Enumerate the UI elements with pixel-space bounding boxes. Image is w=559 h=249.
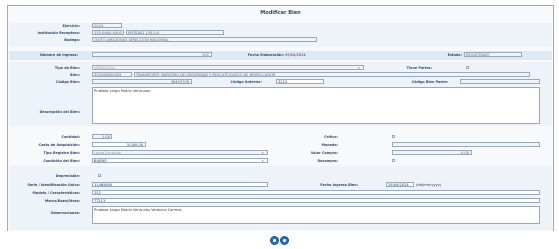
fecha-ingreso-input[interactable]: 29/04/2024 xyxy=(386,182,414,187)
observaciones-label: Observaciones: xyxy=(50,211,80,215)
chevron-down-icon: ▾ xyxy=(262,158,264,163)
ingreso-label: Número de Ingreso: xyxy=(40,53,78,57)
condicion-label: Condición del Bien: xyxy=(43,159,80,163)
bien-name-field: TRANSPORTE MARITIMO DE SEGURIDAD Y RESCA… xyxy=(134,72,530,77)
institucion-label: Institución Receptora: xyxy=(37,31,80,35)
ingreso-field: 201 xyxy=(92,52,212,57)
cantidad-label: Cantidad: xyxy=(61,135,80,139)
modify-asset-form: Modificar Bien Ejercicio: 2024 Instituci… xyxy=(7,5,554,233)
estado-label: Estado: xyxy=(447,53,462,57)
depreciable-label: Depreciable: xyxy=(55,174,80,178)
form-title: Modificar Bien xyxy=(260,10,301,16)
codigo-bien-field: 38409708 xyxy=(92,79,192,84)
descripcion-textarea[interactable]: Pruebas cargo Matriz Vehículos. xyxy=(92,87,540,124)
moneda-field xyxy=(392,142,540,147)
fecha-elab-value: 29/04/2024 xyxy=(285,53,306,57)
fecha-ingreso-label: Fecha Ingreso Bien: xyxy=(320,183,358,187)
critico-checkbox[interactable] xyxy=(392,135,395,138)
marca-label: Marca/Raza/Otros: xyxy=(44,199,80,203)
critico-label: Crítico: xyxy=(324,135,338,139)
tiene-partes-label: Tiene Partes: xyxy=(406,66,432,70)
bien-code-field: 530208020005 xyxy=(92,72,132,77)
valor-compra-label: Valor Compra: xyxy=(310,151,338,155)
pdf-icon[interactable] xyxy=(270,236,279,245)
ejercicio-field: 2024 xyxy=(92,23,122,28)
ejercicio-label: Ejercicio: xyxy=(62,24,80,28)
recompra-label: Recompra: xyxy=(317,159,338,163)
bien-label: Bien: xyxy=(70,73,80,77)
tipo-bien-label: Tipo de Bien: xyxy=(54,66,80,70)
marca-input[interactable]: TT213 xyxy=(92,198,540,203)
chevron-down-icon: ▾ xyxy=(262,150,264,155)
bodega-field: QUITO AMAZONAS DIRECCION NACIONAL xyxy=(92,37,317,42)
estado-field: REGISTRADO xyxy=(464,52,522,57)
codigo-anterior-input[interactable]: 3215 xyxy=(276,79,324,84)
tipo-bien-select[interactable]: VEHICULOS xyxy=(92,65,364,70)
institucion-code-field: 135-0000-0000 xyxy=(92,30,124,35)
tipo-registro-label: Tipo Registro Bien: xyxy=(43,151,80,155)
bodega-label: Bodega: xyxy=(64,38,80,42)
codigo-padre-label: Código Bien Padre: xyxy=(411,80,448,84)
serie-label: Serie / Identificación Única: xyxy=(27,183,80,187)
tipo-registro-select[interactable]: Largo Duración xyxy=(92,150,268,155)
codigo-anterior-label: Código Anterior: xyxy=(230,80,263,84)
tiene-partes-checkbox[interactable] xyxy=(466,66,469,69)
valor-compra-field: 0.00 xyxy=(392,150,472,155)
modelo-input[interactable]: 252 xyxy=(92,190,540,195)
header-block xyxy=(9,23,552,47)
condicion-select[interactable]: BUENO xyxy=(92,158,268,163)
recompra-checkbox[interactable] xyxy=(392,159,395,162)
fecha-ingreso-hint: (dd/mm/yyyy) xyxy=(416,183,442,187)
codigo-bien-label: Código Bien: xyxy=(55,80,80,84)
costo-label: Costo de Adquisición: xyxy=(38,143,80,147)
moneda-label: Moneda: xyxy=(321,143,339,147)
print-icon[interactable] xyxy=(280,236,289,245)
fecha-elab-label: Fecha Elaboración: xyxy=(247,53,284,57)
observaciones-textarea[interactable]: Pruebas cargo Matriz Vehículos Verónica … xyxy=(92,206,540,224)
descripcion-label: Descripción del Bien: xyxy=(39,110,80,114)
serie-input[interactable]: 11465645 xyxy=(92,182,268,187)
cantidad-field: 1.00 xyxy=(92,134,112,139)
institucion-name-field: ENTIDAD 135-0-0 xyxy=(126,30,224,35)
chevron-down-icon: ▾ xyxy=(358,65,360,70)
codigo-padre-field xyxy=(460,79,540,84)
depreciable-checkbox[interactable] xyxy=(98,174,101,177)
costo-input[interactable]: 5,000.00 xyxy=(92,142,146,147)
modelo-label: Modelo / Características: xyxy=(32,191,81,195)
